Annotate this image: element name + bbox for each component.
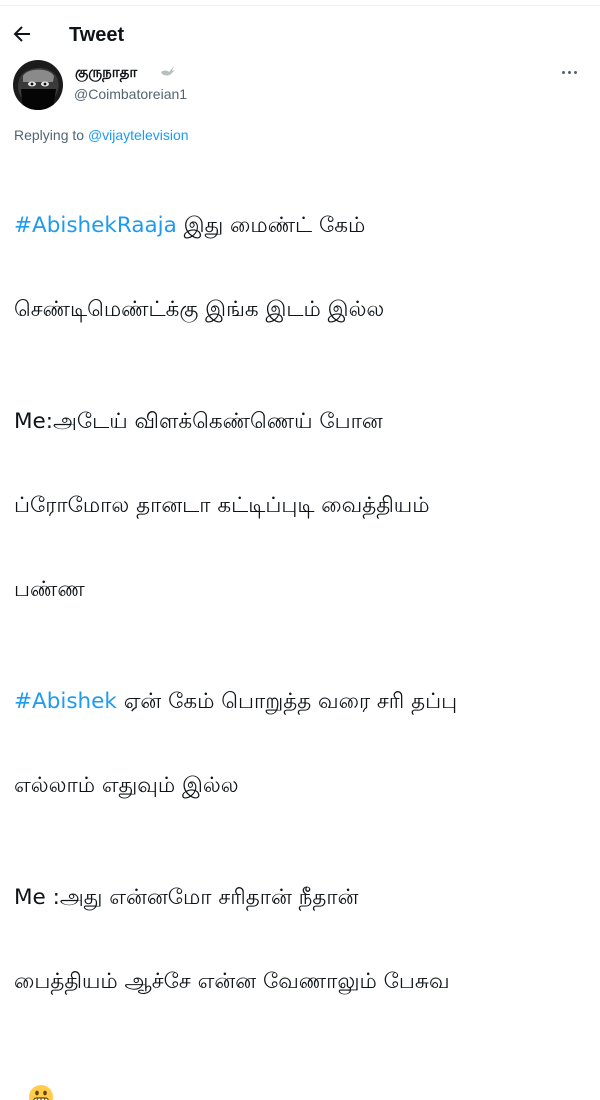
more-options-button[interactable] [560,65,580,81]
back-button[interactable] [10,22,36,48]
page-title: Tweet [69,24,125,46]
dove-icon-graphic [161,66,175,76]
more-dot [568,71,571,74]
tweet-text: #AbishekRaaja இது மைண்ட் கேம் செண்டிமெண்… [14,156,594,1100]
tweet-paragraph: #Abishek ஏன் கேம் பொறுத்த வரை சரி தப்பு [14,688,594,716]
back-arrow-icon [13,26,30,42]
replying-to: Replying to @vijaytelevision [14,127,189,143]
user-handle[interactable]: @Coimbatoreian1 [74,86,187,102]
tweet-line: பைத்தியம் ஆச்சே என்ன வேணாலும் பேசுவ [14,969,450,994]
tweet-text-segment: ஏன் கேம் பொறுத்த வரை சரி தப்பு [116,689,458,714]
avatar-image [13,60,63,110]
dove-icon [160,64,176,82]
display-name[interactable]: குருநாதா [75,63,137,83]
more-dot [574,71,577,74]
grimacing-face-icon [28,1085,53,1100]
divider [0,5,600,6]
more-dot [562,71,565,74]
tweet-text-segment: இது மைண்ட் கேம் [176,213,366,238]
tweet-line: எல்லாம் எதுவும் இல்ல [14,773,239,798]
hashtag-link[interactable]: #AbishekRaaja [14,213,177,238]
avatar[interactable] [13,60,63,110]
tweet-line: செண்டிமெண்ட்க்கு இங்க இடம் இல்ல [14,297,385,322]
reply-to-link[interactable]: @vijaytelevision [88,127,189,143]
tweet-line: ப்ரோமோல தானடா கட்டிப்புடி வைத்தியம் [14,493,430,518]
top-bar: Tweet [0,0,600,70]
tweet-line: Me :அது என்னமோ சரிதான் நீதான் [14,885,359,910]
hashtag-link[interactable]: #Abishek [14,689,117,714]
grimacing-face-emoji [28,1028,54,1100]
replying-prefix: Replying to [14,127,88,143]
tweet-paragraph: #AbishekRaaja இது மைண்ட் கேம் [14,212,594,240]
tweet-line: பண்ண [14,577,85,602]
tweet-line: Me:அடேய் விளக்கெண்ணெய் போன [14,409,383,434]
